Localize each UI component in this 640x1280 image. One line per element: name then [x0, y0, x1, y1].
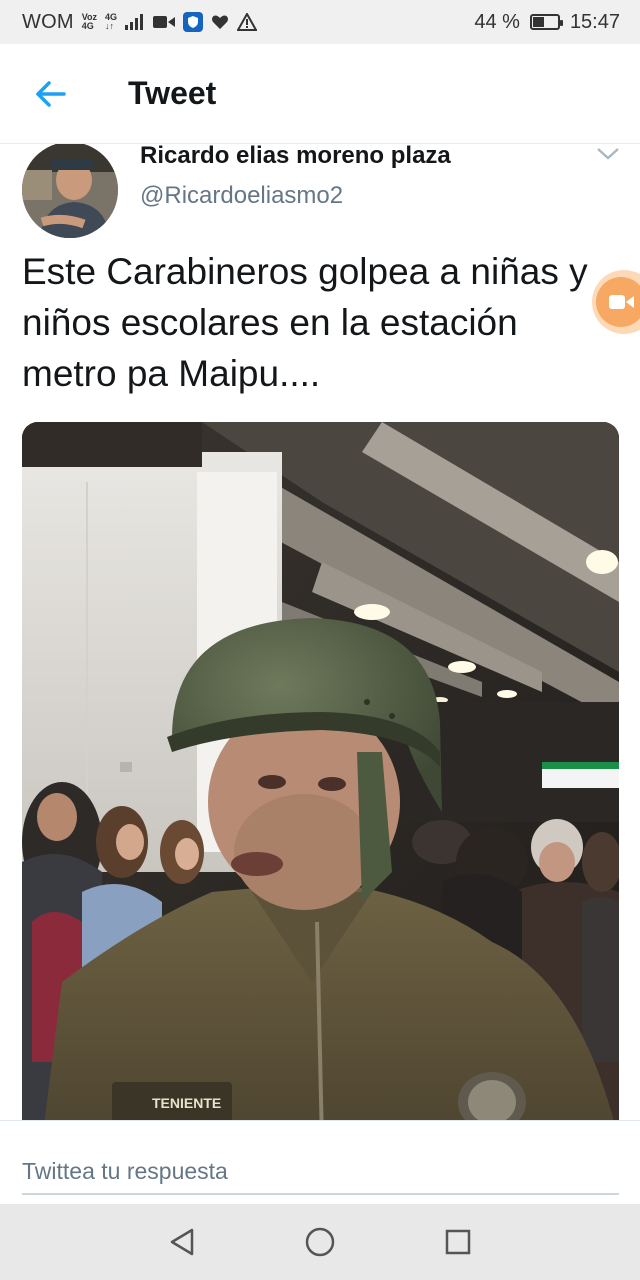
square-recents-icon	[445, 1229, 471, 1255]
author-handle[interactable]: @Ricardoeliasmo2	[140, 182, 343, 210]
voz-indicator: Voz 4G	[82, 13, 97, 31]
carrier-label: WOM	[22, 10, 74, 33]
signal-icon	[125, 14, 144, 30]
chevron-down-icon[interactable]	[594, 144, 622, 164]
author-avatar[interactable]	[22, 142, 118, 238]
battery-icon	[529, 14, 563, 30]
nav-home-button[interactable]	[300, 1222, 340, 1262]
author-name[interactable]: Ricardo elias moreno plaza	[140, 142, 451, 170]
shield-app-icon	[183, 12, 204, 32]
nav-recents-button[interactable]	[438, 1222, 478, 1262]
tweet-media-image[interactable]: TENIENTE	[22, 422, 619, 1142]
video-call-icon	[153, 16, 176, 28]
network-type: 4G ↓↑	[105, 13, 117, 31]
battery-percent: 44 %	[474, 10, 520, 33]
warning-icon	[237, 13, 258, 31]
tweet-text: Este Carabineros golpea a niñas y niños …	[22, 251, 588, 394]
voz-sub-label: 4G	[81, 21, 94, 31]
heart-icon	[212, 15, 229, 29]
svg-text:TENIENTE: TENIENTE	[152, 1095, 221, 1111]
photo-metro-station: TENIENTE	[22, 422, 619, 1142]
battery-level-fill	[532, 17, 545, 27]
circle-home-icon	[305, 1227, 335, 1257]
status-bar: WOM Voz 4G 4G ↓↑ 44 % 15:47	[0, 0, 640, 44]
reply-bar	[0, 1120, 640, 1204]
nav-back-button[interactable]	[162, 1222, 202, 1262]
avatar-image	[22, 142, 118, 238]
network-bottom-label: ↓↑	[105, 21, 115, 31]
video-camera-icon	[596, 277, 640, 327]
floating-video-button[interactable]	[592, 270, 640, 334]
page-title: Tweet	[128, 75, 217, 111]
tweet-author: Ricardo elias moreno plaza @Ricardoelias…	[0, 130, 640, 238]
tweet-detail-screen: WOM Voz 4G 4G ↓↑ 44 % 15:47 Ricardo elia…	[0, 0, 640, 1280]
system-navigation-bar	[0, 1204, 640, 1280]
reply-input[interactable]	[22, 1137, 619, 1195]
triangle-back-icon	[170, 1228, 194, 1256]
clock: 15:47	[569, 10, 620, 33]
back-button[interactable]	[18, 62, 82, 126]
back-arrow-icon	[36, 80, 66, 107]
app-header: Tweet	[0, 44, 640, 144]
